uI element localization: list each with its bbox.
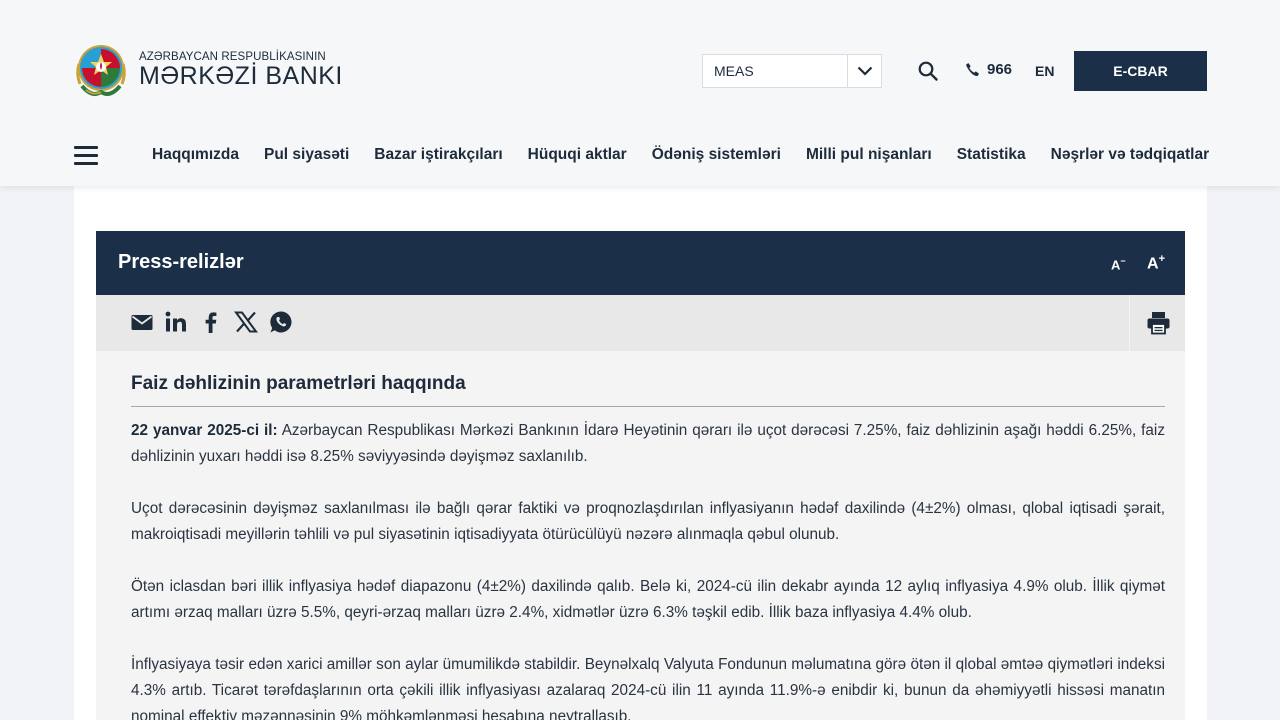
title-divider <box>131 406 1165 407</box>
nav-item-legal-acts[interactable]: Hüquqi aktlar <box>528 146 627 164</box>
whatsapp-icon[interactable] <box>269 310 293 334</box>
nav-item-payment-systems[interactable]: Ödəniş sistemləri <box>652 146 781 164</box>
nav-item-monetary-policy[interactable]: Pul siyasəti <box>264 146 349 164</box>
nav-item-national-currency[interactable]: Milli pul nişanları <box>806 146 932 164</box>
site-select-value: MEAS <box>714 63 754 79</box>
section-header: Press-relizlər A− A+ <box>96 231 1185 295</box>
nav-item-about[interactable]: Haqqımızda <box>152 146 239 164</box>
article: Faiz dəhlizinin parametrləri haqqında 22… <box>96 351 1185 720</box>
menu-icon[interactable] <box>74 146 98 166</box>
phone-link[interactable]: 966 <box>965 61 1012 78</box>
share-bar <box>96 295 1185 351</box>
nav-item-publications[interactable]: Nəşrlər və tədqiqatlar <box>1051 146 1210 164</box>
article-paragraph-2: Uçot dərəcəsinin dəyişməz saxlanılması i… <box>131 500 1165 543</box>
site-select[interactable]: MEAS <box>702 54 882 88</box>
print-icon <box>1147 312 1170 335</box>
ecbar-button[interactable]: E-CBAR <box>1074 51 1207 91</box>
nav-item-market-participants[interactable]: Bazar iştirakçıları <box>374 146 502 164</box>
site-header: AZƏRBAYCAN RESPUBLİKASININ MƏRKƏZİ BANKI… <box>0 0 1280 186</box>
language-switch[interactable]: EN <box>1035 63 1054 79</box>
phone-number: 966 <box>987 61 1013 78</box>
state-emblem-icon <box>76 45 126 96</box>
article-paragraph-4: İnflyasiyaya təsir edən xarici amillər s… <box>131 656 1165 720</box>
linkedin-icon[interactable] <box>164 310 188 334</box>
logo-title: MƏRKƏZİ BANKI <box>139 62 343 90</box>
article-date: 22 yanvar 2025-ci il: <box>131 422 278 439</box>
font-decrease-button[interactable]: A− <box>1111 256 1126 272</box>
article-paragraph-1: 22 yanvar 2025-ci il: Azərbaycan Respubl… <box>131 422 1165 465</box>
font-increase-button[interactable]: A+ <box>1147 253 1165 273</box>
x-twitter-icon[interactable] <box>234 310 258 334</box>
facebook-icon[interactable] <box>199 310 223 334</box>
print-button[interactable] <box>1129 295 1185 351</box>
nav-item-statistics[interactable]: Statistika <box>957 146 1026 164</box>
main-nav: Haqqımızda Pul siyasəti Bazar iştirakçıl… <box>152 146 1209 164</box>
chevron-down-icon[interactable] <box>847 55 881 87</box>
section-title: Press-relizlər <box>118 251 244 273</box>
email-icon[interactable] <box>130 310 154 334</box>
article-title: Faiz dəhlizinin parametrləri haqqında <box>131 373 466 394</box>
phone-icon <box>965 62 980 77</box>
search-icon[interactable] <box>918 61 938 81</box>
article-paragraph-3: Ötən iclasdan bəri illik inflyasiya hədə… <box>131 578 1165 621</box>
bank-logo[interactable]: AZƏRBAYCAN RESPUBLİKASININ MƏRKƏZİ BANKI <box>74 40 343 100</box>
